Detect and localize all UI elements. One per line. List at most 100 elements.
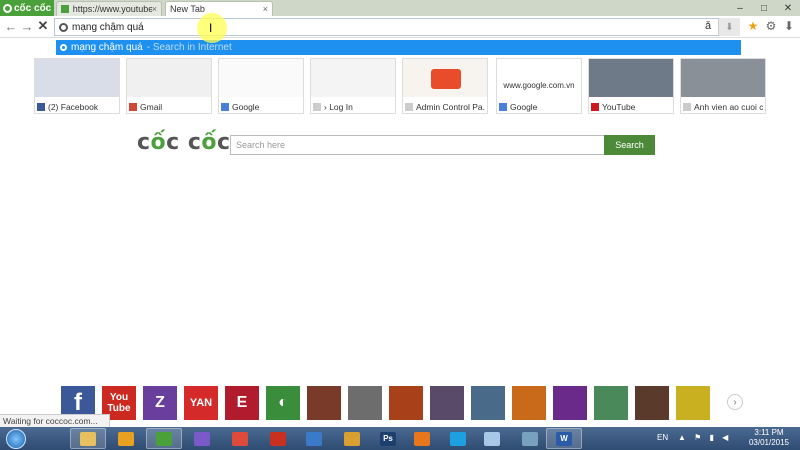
- close-window-button[interactable]: ✕: [776, 0, 800, 16]
- tile-preview: [311, 59, 395, 97]
- tile-preview: [219, 59, 303, 97]
- tile-label: Google: [510, 101, 538, 112]
- app-game-hero-icon[interactable]: [635, 386, 669, 420]
- stop-button[interactable]: ✕: [36, 18, 50, 33]
- tile-caption: (2) Facebook: [37, 101, 117, 112]
- toolbar: ← → ✕ mạng chậm quá ǎ ⬇ ★ ⚙ ⬇: [0, 16, 800, 38]
- app-game-girl-icon[interactable]: [430, 386, 464, 420]
- taskbar-paint-button[interactable]: [334, 428, 370, 449]
- omnibox-suggestion[interactable]: mạng chậm quá - Search in Internet: [56, 40, 741, 55]
- skype-icon: [450, 431, 466, 446]
- tile-caption: Google: [499, 101, 579, 112]
- tile-label: Gmail: [140, 101, 163, 112]
- taskbar-filezilla-button[interactable]: [260, 428, 296, 449]
- minimize-button[interactable]: –: [728, 0, 752, 16]
- search-input[interactable]: Search here: [230, 135, 605, 155]
- tile-caption: Admin Control Pa...: [405, 101, 485, 112]
- forward-button[interactable]: →: [20, 19, 34, 34]
- speed-dial-tile[interactable]: (2) Facebook: [34, 58, 120, 114]
- windows-logo-icon: [6, 428, 26, 449]
- tile-caption: Google: [221, 101, 301, 112]
- tile-caption: Anh vien ao cuoi ch...: [683, 101, 763, 112]
- speed-dial-tile[interactable]: › Log In: [310, 58, 396, 114]
- dock-next-button[interactable]: ›: [727, 394, 743, 410]
- google-icon: [499, 102, 507, 111]
- system-tray[interactable]: ▲ ⚑ ▮ ◀: [678, 433, 731, 442]
- speed-dial-tile[interactable]: Google: [218, 58, 304, 114]
- page-download-icon[interactable]: ⬇: [718, 18, 740, 36]
- app-game-purple-icon[interactable]: [553, 386, 587, 420]
- tile-caption: Gmail: [129, 101, 209, 112]
- tab-close-icon[interactable]: ×: [263, 4, 268, 14]
- taskbar-coccoc-button[interactable]: [146, 428, 182, 449]
- taskbar-tool-button[interactable]: [512, 428, 548, 449]
- coccoc-logo: cốc cốc: [137, 130, 231, 155]
- speed-dial-tile[interactable]: Gmail: [126, 58, 212, 114]
- tile-label: YouTube: [602, 101, 636, 112]
- youtube-favicon-icon: [61, 5, 69, 13]
- taskbar-photoshop-button[interactable]: Ps: [370, 428, 406, 449]
- tile-label: (2) Facebook: [48, 101, 99, 112]
- tile-preview: [681, 59, 765, 97]
- tab-label: New Tab: [170, 4, 205, 14]
- app-zing-icon[interactable]: Z: [143, 386, 177, 420]
- taskbar-explorer-button[interactable]: [70, 428, 106, 449]
- app-yan-icon[interactable]: YAN: [184, 386, 218, 420]
- coccoc-menu-button[interactable]: cốc cốc: [0, 0, 54, 16]
- taskbar-network-button[interactable]: [296, 428, 332, 449]
- address-bar[interactable]: mạng chậm quá ǎ: [54, 18, 740, 36]
- clock-time: 3:11 PM: [754, 428, 784, 437]
- app-game-blade-icon[interactable]: [594, 386, 628, 420]
- settings-gear-icon[interactable]: ⚙: [764, 19, 778, 33]
- search-button[interactable]: Search: [604, 135, 655, 155]
- brand-tab-label: cốc cốc: [14, 2, 52, 14]
- maximize-button[interactable]: □: [752, 0, 776, 16]
- app-game-yellow-icon[interactable]: [676, 386, 710, 420]
- app-game-plane-icon[interactable]: [471, 386, 505, 420]
- word-icon: W: [556, 431, 572, 446]
- app-e-app-icon[interactable]: E: [225, 386, 259, 420]
- language-indicator[interactable]: EN: [657, 433, 668, 442]
- tab-label: https://www.youtube.com: [72, 4, 152, 14]
- taskbar-visual-studio-button[interactable]: [184, 428, 220, 449]
- tile-label: Anh vien ao cuoi ch...: [694, 101, 763, 112]
- tile-preview: [589, 59, 673, 97]
- search-icon: [59, 22, 68, 32]
- tile-label: Google: [232, 101, 260, 112]
- search-icon: [60, 44, 67, 51]
- speed-dial-tile[interactable]: YouTube: [588, 58, 674, 114]
- window-controls: – □ ✕: [728, 0, 800, 16]
- downloads-icon[interactable]: ⬇: [782, 19, 796, 33]
- start-button[interactable]: [3, 427, 29, 450]
- spellcheck-icon[interactable]: ǎ: [705, 20, 711, 32]
- clock[interactable]: 3:11 PM 03/01/2015: [740, 428, 798, 448]
- taskbar-firefox-button[interactable]: [404, 428, 440, 449]
- back-button[interactable]: ←: [4, 19, 18, 34]
- notepad-icon: [484, 431, 500, 446]
- app-game-warrior-icon[interactable]: [307, 386, 341, 420]
- taskbar-notepad-button[interactable]: [474, 428, 510, 449]
- app-game-swirl-icon[interactable]: [389, 386, 423, 420]
- page-icon: [683, 102, 691, 111]
- app-game-fire-icon[interactable]: [512, 386, 546, 420]
- app-game-dragon-icon[interactable]: [348, 386, 382, 420]
- tab-close-icon[interactable]: ×: [152, 4, 157, 14]
- taskbar-word-button[interactable]: W: [546, 428, 582, 449]
- taskbar-chrome-button[interactable]: [222, 428, 258, 449]
- speed-dial-tile[interactable]: Anh vien ao cuoi ch...: [680, 58, 766, 114]
- tile-caption: › Log In: [313, 101, 393, 112]
- google-icon: [221, 102, 229, 111]
- tile-preview: www.google.com.vn: [497, 59, 581, 97]
- facebook-icon: [37, 102, 45, 111]
- taskbar-media-player-button[interactable]: [108, 428, 144, 449]
- bookmark-star-icon[interactable]: ★: [746, 19, 760, 33]
- speed-dial-tile[interactable]: Admin Control Pa...: [402, 58, 488, 114]
- network-icon: [306, 431, 322, 446]
- suggestion-hint: - Search in Internet: [146, 42, 232, 53]
- suggestion-query: mạng chậm quá: [71, 42, 143, 53]
- speed-dial-tile[interactable]: www.google.com.vn Google: [496, 58, 582, 114]
- taskbar-skype-button[interactable]: [440, 428, 476, 449]
- tab-youtube[interactable]: https://www.youtube.com ×: [56, 1, 162, 16]
- address-bar-value: mạng chậm quá: [72, 21, 144, 33]
- app-game-green-icon[interactable]: ◐: [266, 386, 300, 420]
